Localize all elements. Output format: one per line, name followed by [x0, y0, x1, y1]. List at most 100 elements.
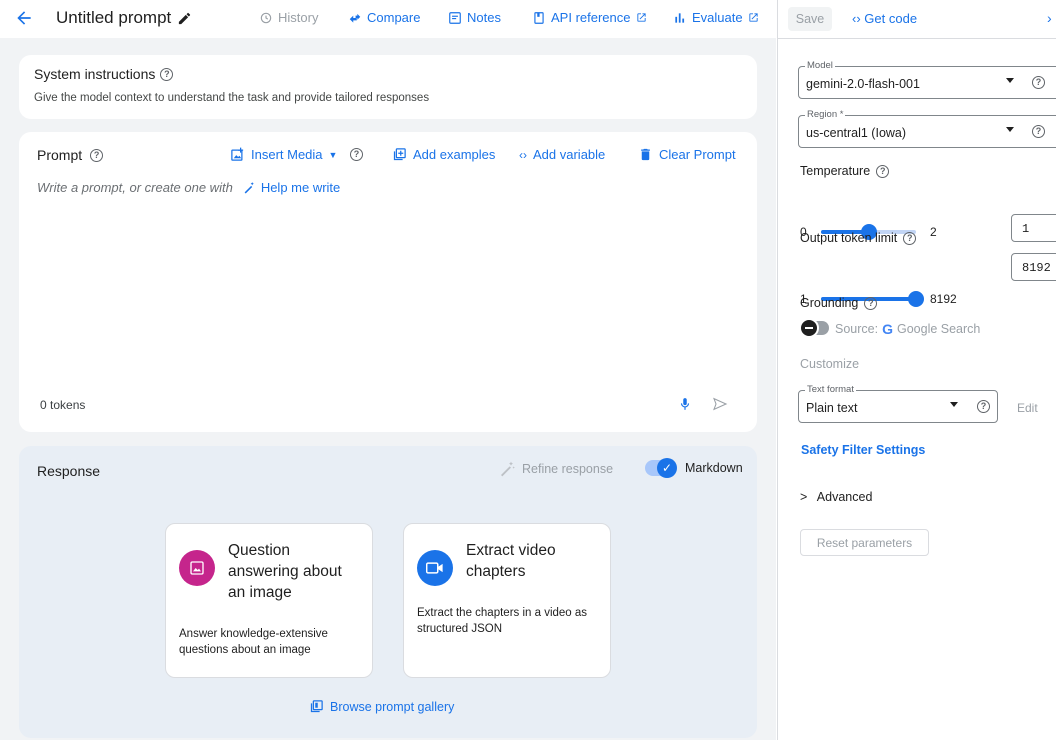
book-icon: [534, 11, 544, 24]
reset-parameters-button[interactable]: Reset parameters: [800, 529, 929, 556]
caret-down-icon: ▼: [328, 149, 338, 160]
api-reference-link[interactable]: API reference: [532, 10, 647, 25]
gallery-card-question-answering[interactable]: Question answering about an image Answer…: [165, 523, 373, 678]
text-format-label: Text format: [805, 384, 856, 395]
compare-label: Compare: [367, 10, 421, 25]
caret-down-icon: [950, 402, 958, 407]
caret-down-icon: [1006, 127, 1014, 132]
token-limit-max: 8192: [930, 292, 957, 306]
notes-icon: [449, 11, 461, 24]
gallery-card-title: Extract video chapters: [466, 542, 556, 580]
microphone-icon[interactable]: [678, 396, 692, 412]
code-icon: ‹›: [852, 11, 861, 26]
help-icon[interactable]: ?: [1032, 125, 1045, 138]
customize-link[interactable]: Customize: [800, 357, 859, 371]
system-instructions-card[interactable]: System instructions ? Give the model con…: [19, 55, 757, 119]
slider-thumb[interactable]: [908, 291, 924, 307]
prompt-input[interactable]: Write a prompt, or create one with Help …: [37, 180, 340, 195]
notes-button[interactable]: Notes: [448, 10, 501, 25]
chevron-right-icon: >: [800, 490, 808, 504]
grounding-label: Grounding: [800, 296, 859, 310]
temperature-input[interactable]: 1: [1011, 214, 1056, 242]
advanced-expander[interactable]: > Advanced: [800, 490, 872, 504]
browse-prompt-gallery-link[interactable]: Browse prompt gallery: [309, 699, 454, 714]
get-code-label: Get code: [864, 11, 918, 26]
markdown-label: Markdown: [685, 461, 743, 475]
help-icon[interactable]: ?: [876, 164, 890, 178]
caret-down-icon: [1006, 78, 1014, 83]
edit-pencil-icon[interactable]: [177, 11, 192, 26]
send-icon[interactable]: [711, 396, 729, 412]
help-icon[interactable]: ?: [350, 148, 363, 161]
google-logo-icon: G: [882, 321, 893, 337]
help-icon[interactable]: ?: [160, 67, 174, 81]
model-value: gemini-2.0-flash-001: [806, 77, 920, 91]
refine-response-button[interactable]: Refine response: [498, 461, 613, 477]
compare-button[interactable]: Compare: [348, 10, 420, 25]
grounding-toggle[interactable]: [799, 318, 829, 338]
history-label: History: [278, 10, 319, 25]
insert-media-button[interactable]: Insert Media ▼: [230, 147, 337, 162]
evaluate-link[interactable]: Evaluate: [673, 10, 759, 25]
toggle-switch[interactable]: ✓: [645, 458, 677, 478]
prompt-title[interactable]: Untitled prompt: [56, 8, 192, 28]
help-me-write-button[interactable]: Help me write: [243, 180, 340, 195]
api-reference-label: API reference: [551, 10, 631, 25]
gallery-icon: [310, 700, 323, 713]
notes-label: Notes: [467, 10, 501, 25]
add-variable-label: Add variable: [533, 147, 606, 162]
prompt-title-label: Prompt: [37, 147, 83, 163]
add-photo-icon: [231, 147, 244, 161]
google-search-label: Google Search: [896, 322, 981, 336]
region-label: Region *: [805, 109, 846, 120]
clear-prompt-button[interactable]: Clear Prompt: [638, 147, 736, 162]
advanced-label: Advanced: [816, 490, 873, 504]
browse-prompt-gallery-label: Browse prompt gallery: [330, 699, 455, 714]
toggle-knob: [799, 318, 819, 338]
grounding-header: Grounding ?: [800, 296, 878, 310]
refine-response-label: Refine response: [522, 462, 614, 476]
add-examples-label: Add examples: [413, 147, 496, 162]
region-select[interactable]: Region * us-central1 (Iowa) ?: [798, 109, 1056, 148]
open-in-new-icon: [748, 13, 758, 22]
save-button[interactable]: Save: [788, 7, 832, 31]
region-value: us-central1 (Iowa): [806, 126, 907, 140]
history-button[interactable]: History: [259, 10, 318, 25]
check-icon: ✓: [657, 458, 677, 478]
system-instructions-input[interactable]: Give the model context to understand the…: [34, 92, 429, 104]
help-icon[interactable]: ?: [864, 296, 878, 310]
prompt-placeholder: Write a prompt, or create one with: [37, 180, 233, 195]
text-format-select[interactable]: Text format Plain text ?: [798, 384, 998, 423]
gallery-card-extract-video[interactable]: Extract video chapters Extract the chapt…: [403, 523, 611, 678]
run-settings-panel: Save ‹› Get code › Model gemini-2.0-flas…: [777, 0, 1056, 740]
magic-wand-icon: [501, 461, 515, 477]
gallery-card-description: Extract the chapters in a video as struc…: [417, 607, 588, 635]
help-icon[interactable]: ?: [977, 400, 990, 413]
magic-pen-icon: [244, 182, 254, 194]
prompt-card: Prompt ? Insert Media ▼ ? Add examples ‹…: [19, 132, 757, 432]
back-arrow-icon[interactable]: [14, 8, 34, 28]
top-bar: Untitled prompt History Compare Notes AP…: [0, 0, 776, 38]
system-instructions-header: System instructions ?: [34, 66, 174, 82]
markdown-toggle[interactable]: ✓ Markdown: [645, 458, 743, 478]
model-select[interactable]: Model gemini-2.0-flash-001 ?: [798, 60, 1056, 99]
gallery-card-description: Answer knowledge-extensive questions abo…: [179, 628, 328, 656]
output-token-limit-input[interactable]: 8192: [1011, 253, 1056, 281]
chevron-right-icon[interactable]: ›: [1047, 10, 1052, 26]
help-icon[interactable]: ?: [903, 231, 917, 245]
output-token-limit-header: Output token limit ?: [800, 231, 917, 245]
divider: [778, 38, 1056, 39]
insert-media-label: Insert Media: [251, 147, 323, 162]
add-examples-button[interactable]: Add examples: [392, 147, 495, 162]
get-code-button[interactable]: ‹› Get code: [852, 11, 917, 26]
help-icon[interactable]: ?: [90, 148, 104, 162]
add-variable-button[interactable]: ‹› Add variable: [519, 147, 605, 162]
delete-icon: [641, 148, 650, 161]
help-icon[interactable]: ?: [1032, 76, 1045, 89]
safety-filter-settings-link[interactable]: Safety Filter Settings: [801, 443, 925, 457]
bar-chart-icon: [675, 12, 685, 23]
evaluate-label: Evaluate: [692, 10, 743, 25]
token-count: 0 tokens: [40, 398, 86, 412]
edit-button[interactable]: Edit: [1017, 401, 1038, 415]
add-examples-icon: [393, 148, 406, 161]
